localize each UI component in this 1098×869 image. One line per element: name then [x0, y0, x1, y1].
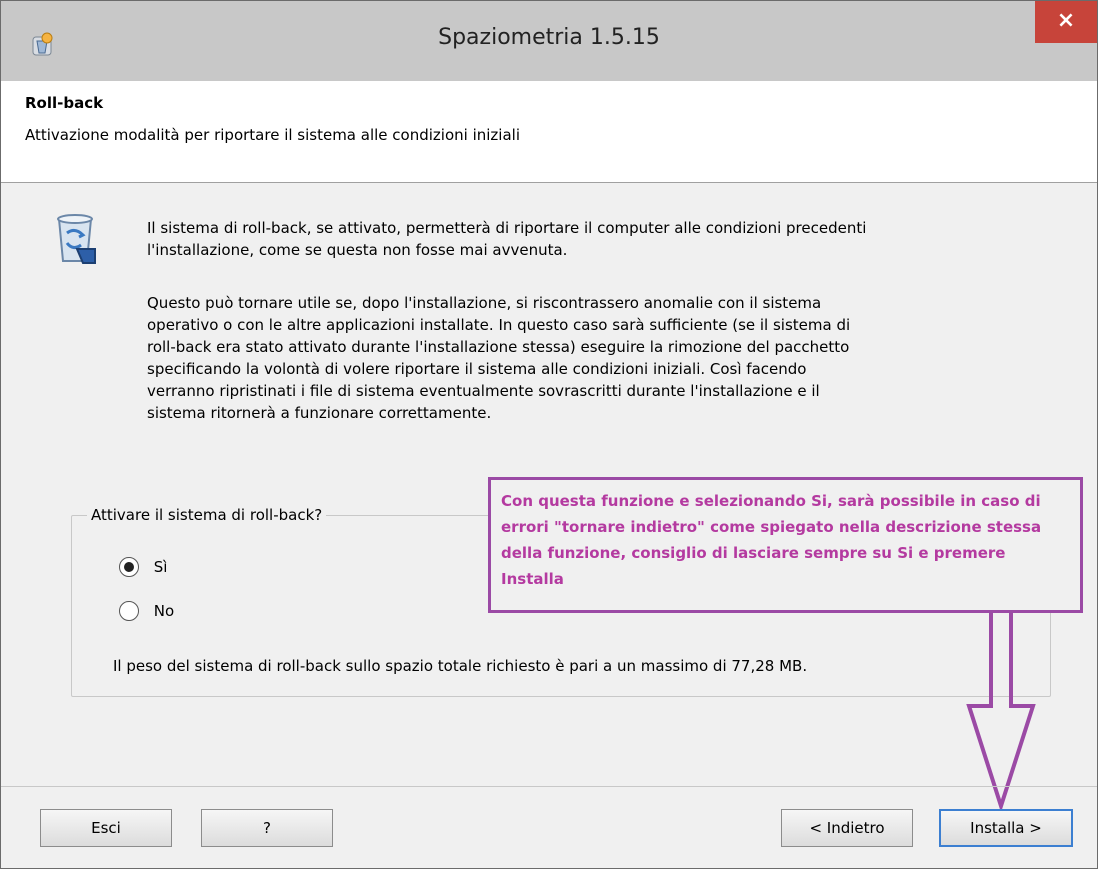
- radio-si[interactable]: Sì: [119, 557, 167, 577]
- footer-separator: [1, 786, 1097, 787]
- help-button[interactable]: ?: [201, 809, 333, 847]
- window-title: Spaziometria 1.5.15: [438, 25, 660, 50]
- description-paragraph-1: Il sistema di roll-back, se attivato, pe…: [147, 219, 867, 259]
- install-button[interactable]: Installa >: [939, 809, 1073, 847]
- radio-button-si[interactable]: [119, 557, 139, 577]
- down-arrow-annotation-icon: [966, 611, 1036, 811]
- radio-button-no[interactable]: [119, 601, 139, 621]
- rollback-size-note: Il peso del sistema di roll-back sullo s…: [113, 657, 808, 675]
- annotation-text: Con questa funzione e selezionando Si, s…: [501, 492, 1042, 588]
- close-icon: ×: [1056, 8, 1076, 33]
- recycle-bin-setup-icon: [57, 214, 96, 264]
- back-button[interactable]: < Indietro: [781, 809, 913, 847]
- page-title: Roll-back: [25, 94, 104, 112]
- description-paragraph-2: Questo può tornare utile se, dopo l'inst…: [147, 294, 851, 422]
- wizard-header: Roll-back Attivazione modalità per ripor…: [1, 81, 1097, 183]
- close-button[interactable]: ×: [1035, 1, 1097, 43]
- radio-label-no: No: [153, 602, 175, 620]
- radio-label-si: Sì: [153, 558, 168, 576]
- exit-button[interactable]: Esci: [40, 809, 172, 847]
- page-subtitle: Attivazione modalità per riportare il si…: [25, 126, 520, 144]
- annotation-callout: Con questa funzione e selezionando Si, s…: [488, 477, 1083, 613]
- rollback-group-legend: Attivare il sistema di roll-back?: [87, 506, 327, 524]
- title-bar: Spaziometria 1.5.15 ×: [1, 1, 1097, 81]
- installer-window: Spaziometria 1.5.15 × Roll-back Attivazi…: [0, 0, 1098, 869]
- radio-no[interactable]: No: [119, 601, 174, 621]
